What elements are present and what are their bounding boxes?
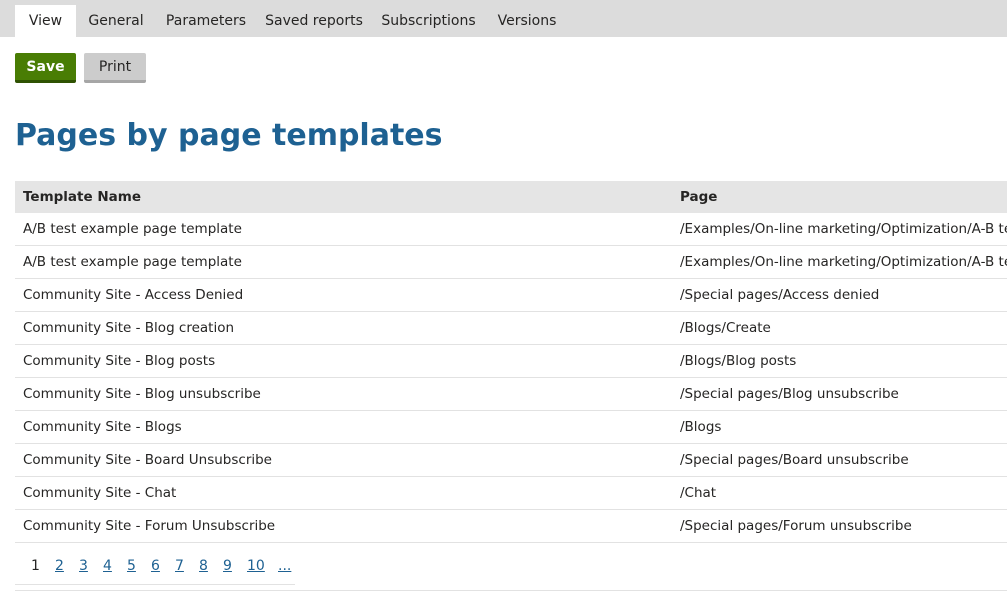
tab-general[interactable]: General	[80, 5, 152, 37]
page-link-7[interactable]: 7	[175, 558, 184, 574]
report-table: Template Name Page A/B test example page…	[15, 181, 1007, 543]
column-header-template-name[interactable]: Template Name	[15, 181, 672, 213]
table-row: Community Site - Blog unsubscribe /Speci…	[15, 377, 1007, 411]
cell-template-name: Community Site - Blog posts	[15, 344, 672, 378]
page-link-current: 1	[31, 558, 40, 574]
cell-page: /Blogs/Blog posts	[672, 344, 1007, 378]
tab-parameters[interactable]: Parameters	[160, 5, 252, 37]
cell-page: /Blogs	[672, 410, 1007, 444]
cell-template-name: A/B test example page template	[15, 245, 672, 279]
tab-view[interactable]: View	[15, 5, 76, 37]
table-row: Community Site - Blogs /Blogs	[15, 410, 1007, 444]
cell-page: /Blogs/Create	[672, 311, 1007, 345]
tab-bar: View General Parameters Saved reports Su…	[0, 0, 1007, 37]
page-link-10[interactable]: 10	[247, 558, 265, 574]
page-link-more[interactable]: ...	[278, 558, 291, 574]
cell-template-name: Community Site - Blog creation	[15, 311, 672, 345]
save-button[interactable]: Save	[15, 53, 76, 83]
table-row: Community Site - Forum Unsubscribe /Spec…	[15, 509, 1007, 543]
table-header-row: Template Name Page	[15, 181, 1007, 213]
cell-page: /Special pages/Forum unsubscribe	[672, 509, 1007, 543]
table-row: A/B test example page template /Examples…	[15, 245, 1007, 279]
tab-versions[interactable]: Versions	[492, 5, 562, 37]
cell-template-name: Community Site - Forum Unsubscribe	[15, 509, 672, 543]
cell-page: /Chat	[672, 476, 1007, 510]
cell-template-name: Community Site - Access Denied	[15, 278, 672, 312]
page-link-6[interactable]: 6	[151, 558, 160, 574]
cell-page: /Examples/On-line marketing/Optimization…	[672, 213, 1007, 246]
page-link-5[interactable]: 5	[127, 558, 136, 574]
print-button[interactable]: Print	[84, 53, 146, 83]
cell-page: /Special pages/Blog unsubscribe	[672, 377, 1007, 411]
page-link-2[interactable]: 2	[55, 558, 64, 574]
cell-page: /Special pages/Access denied	[672, 278, 1007, 312]
tab-saved-reports[interactable]: Saved reports	[262, 5, 366, 37]
table-row: Community Site - Blog creation /Blogs/Cr…	[15, 311, 1007, 345]
page-link-4[interactable]: 4	[103, 558, 112, 574]
cell-template-name: Community Site - Board Unsubscribe	[15, 443, 672, 477]
table-row: Community Site - Board Unsubscribe /Spec…	[15, 443, 1007, 477]
cell-template-name: Community Site - Blog unsubscribe	[15, 377, 672, 411]
cell-page: /Special pages/Board unsubscribe	[672, 443, 1007, 477]
pagination: 1 2 3 4 5 6 7 8 9 10 ...	[15, 550, 295, 585]
table-row: Community Site - Access Denied /Special …	[15, 278, 1007, 312]
page-link-3[interactable]: 3	[79, 558, 88, 574]
table-row: Community Site - Chat /Chat	[15, 476, 1007, 510]
cell-template-name: A/B test example page template	[15, 213, 672, 246]
cell-page: /Examples/On-line marketing/Optimization…	[672, 245, 1007, 279]
cell-template-name: Community Site - Chat	[15, 476, 672, 510]
page-title: Pages by page templates	[15, 118, 443, 153]
page-link-9[interactable]: 9	[223, 558, 232, 574]
table-row: Community Site - Blog posts /Blogs/Blog …	[15, 344, 1007, 378]
bottom-divider	[15, 590, 1007, 591]
column-header-page[interactable]: Page	[672, 181, 1007, 213]
cell-template-name: Community Site - Blogs	[15, 410, 672, 444]
table-row: A/B test example page template /Examples…	[15, 213, 1007, 246]
page-link-8[interactable]: 8	[199, 558, 208, 574]
tab-subscriptions[interactable]: Subscriptions	[378, 5, 479, 37]
